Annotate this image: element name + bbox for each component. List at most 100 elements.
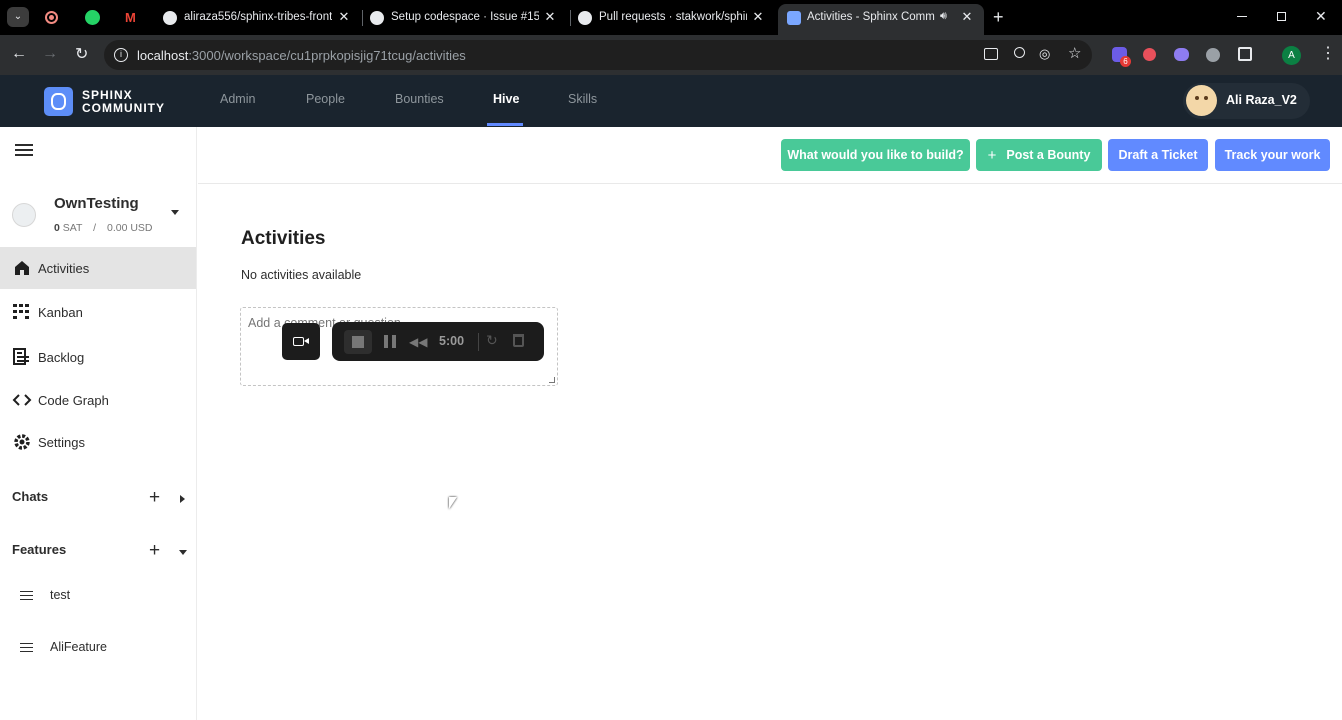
workspace-balance: 0 SAT / 0.00 USD [54,222,153,234]
tab-title: aliraza556/sphinx-tribes-fronte [184,11,332,23]
plus-icon: + [987,146,997,164]
nav-admin[interactable]: Admin [220,92,255,106]
stop-button[interactable] [344,330,372,354]
new-tab-icon[interactable]: + [993,7,1004,27]
pause-icon[interactable] [384,335,396,348]
tab-search-button[interactable]: ⌄ [7,7,29,27]
features-collapse-icon[interactable] [179,550,187,555]
draft-ticket-button[interactable]: Draft a Ticket [1108,139,1208,171]
tab-title: Setup codespace · Issue #1545 [391,11,539,23]
post-bounty-label: Post a Bounty [1006,148,1091,162]
workspace-name: OwnTesting [54,195,139,212]
sidebar: OwnTesting 0 SAT / 0.00 USD Activities K… [0,127,197,720]
sidebar-item-settings[interactable]: Settings [0,421,196,463]
hamburger-icon[interactable] [15,144,33,156]
address-bar[interactable]: i localhost:3000/workspace/cu1prpkopisji… [104,40,1092,70]
action-bar: What would you like to build? + Post a B… [198,127,1342,184]
user-name: Ali Raza_V2 [1226,93,1297,107]
sidebar-item-kanban[interactable]: Kanban [0,291,196,333]
features-heading: Features [12,542,67,557]
trash-icon[interactable] [513,334,524,347]
add-feature-icon[interactable]: + [149,541,160,561]
nav-active-underline [487,123,523,126]
restore-icon[interactable] [1277,12,1286,21]
sidebar-item-label: Settings [38,434,85,450]
profile-avatar[interactable]: A [1282,46,1301,65]
post-bounty-button[interactable]: + Post a Bounty [976,139,1102,171]
extension-globe-icon[interactable] [1206,48,1220,62]
nav-people[interactable]: People [306,92,345,106]
nav-bounties[interactable]: Bounties [395,92,444,106]
reload-icon[interactable]: ↻ [75,44,88,64]
workspace-switcher[interactable]: OwnTesting 0 SAT / 0.00 USD [0,187,196,243]
tab-pull-requests[interactable]: Pull requests · stakwork/sphinx- ✕ [578,4,774,32]
back-icon[interactable]: ← [11,45,27,63]
browser-menu-icon[interactable]: ⋮ [1320,44,1336,64]
extension-badge: 6 [1120,56,1131,67]
tab-activities[interactable]: Activities - Sphinx Commun 🔊︎ ✕ [778,4,984,35]
resize-handle-icon[interactable] [549,377,555,383]
code-icon [12,390,32,410]
nav-hive[interactable]: Hive [493,92,519,106]
add-chat-icon[interactable]: + [149,488,160,508]
recording-controls: ◀◀ 5:00 ↻ [332,322,544,361]
workspace-avatar [12,203,36,227]
feature-item-test[interactable]: test [0,582,196,610]
user-menu[interactable]: Ali Raza_V2 [1183,83,1310,119]
close-icon[interactable]: ✕ [542,9,558,25]
tab-title: Activities - Sphinx Commun [807,11,935,23]
speaker-icon[interactable]: 🔊︎ [940,10,947,23]
brand-logo[interactable]: SPHINX COMMUNITY [44,87,184,117]
feature-item-alifeature[interactable]: AliFeature [0,634,196,662]
video-record-button[interactable] [282,323,320,360]
empty-state-text: No activities available [241,268,362,282]
brand-line2: COMMUNITY [82,101,165,115]
video-camera-icon [293,337,304,346]
feature-label: test [50,588,71,602]
close-icon[interactable]: ✕ [959,9,975,25]
extensions-puzzle-icon[interactable] [1238,47,1252,61]
bookmark-star-icon[interactable]: ☆ [1068,44,1081,62]
whatsapp-icon[interactable] [85,10,100,25]
sidebar-item-activities[interactable]: Activities [0,247,196,289]
stop-icon [352,336,364,348]
nav-skills[interactable]: Skills [568,92,597,106]
track-work-button[interactable]: Track your work [1215,139,1330,171]
window-close-icon[interactable]: ✕ [1315,8,1327,25]
list-icon [20,643,33,652]
zoom-icon[interactable] [1014,47,1025,58]
tab-github-fronte[interactable]: aliraza556/sphinx-tribes-fronte ✕ [160,4,360,32]
chats-expand-icon[interactable] [180,495,185,503]
site-info-icon[interactable]: i [114,48,128,62]
extension-purple-icon[interactable] [1174,48,1189,61]
forward-icon[interactable]: → [42,45,58,63]
home-icon [12,258,32,278]
user-avatar [1186,85,1217,116]
url-text[interactable]: localhost:3000/workspace/cu1prpkopisjig7… [137,48,466,63]
sidebar-item-code-graph[interactable]: Code Graph [0,379,196,421]
tab-setup-codespace[interactable]: Setup codespace · Issue #1545 ✕ [370,4,566,32]
rewind-icon[interactable]: ◀◀ [409,336,427,348]
list-icon [20,591,33,600]
tab-separator [362,10,363,26]
restart-icon[interactable]: ↻ [486,332,498,349]
sidebar-item-backlog[interactable]: Backlog [0,336,196,378]
timer-display: 5:00 [439,334,465,348]
sidebar-item-label: Code Graph [38,392,109,408]
install-app-icon[interactable] [984,48,998,60]
browser-tab-strip: ⌄ M aliraza556/sphinx-tribes-fronte ✕ Se… [0,0,1342,35]
close-icon[interactable]: ✕ [336,9,352,25]
close-icon[interactable]: ✕ [750,9,766,25]
sphinx-favicon-icon [787,11,801,25]
gear-icon [12,432,32,452]
mouse-cursor-icon [449,497,457,509]
tab-separator [570,10,571,26]
gmail-icon[interactable]: M [125,11,136,24]
build-prompt-button[interactable]: What would you like to build? [781,139,970,171]
tracking-protection-icon[interactable]: ◎ [1039,46,1050,62]
dropdown-caret-icon[interactable] [171,210,179,215]
extension-red-icon[interactable] [1143,48,1156,61]
minimize-icon[interactable] [1237,16,1247,17]
sidebar-item-label: Activities [38,260,90,276]
record-icon[interactable] [45,11,58,24]
